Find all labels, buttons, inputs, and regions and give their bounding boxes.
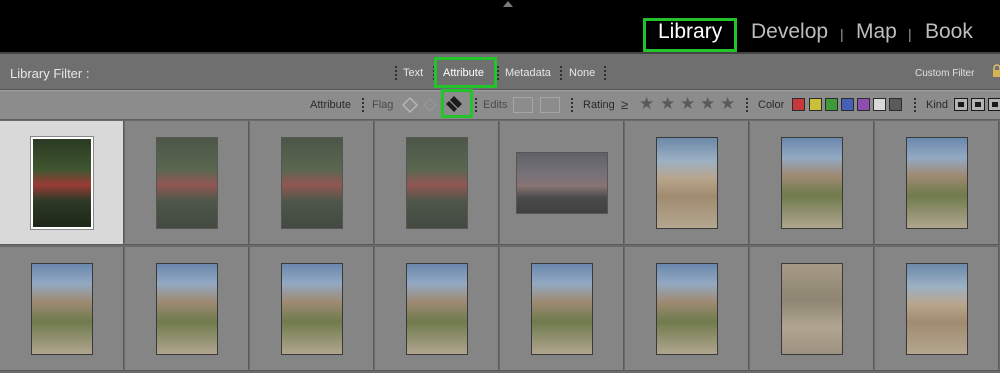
grid-cell[interactable] — [375, 121, 499, 245]
lock-icon[interactable] — [992, 64, 1000, 78]
module-picker: Library Develop | Map | Book — [0, 0, 1000, 52]
kind-videos-icon[interactable] — [988, 98, 1000, 111]
divider — [746, 98, 748, 112]
photo-thumbnail[interactable] — [906, 137, 968, 229]
photo-thumbnail[interactable] — [30, 136, 94, 230]
edited-filter-icon[interactable] — [513, 97, 533, 113]
unflagged-icon[interactable] — [423, 98, 437, 112]
grid-cell[interactable] — [875, 247, 999, 371]
photo-thumbnail[interactable] — [781, 263, 843, 355]
library-highlight — [643, 18, 737, 52]
color-swatch-none[interactable] — [889, 98, 902, 111]
reject-flag-highlight — [441, 89, 473, 118]
divider — [475, 98, 477, 112]
rating-star-5[interactable]: ★ — [720, 94, 735, 114]
divider — [362, 98, 364, 112]
divider — [604, 66, 606, 80]
color-swatch-green[interactable] — [825, 98, 838, 111]
grid-cell[interactable] — [500, 121, 624, 245]
photo-thumbnail[interactable] — [906, 263, 968, 355]
color-swatch-red[interactable] — [792, 98, 805, 111]
photo-thumbnail[interactable] — [406, 263, 468, 355]
library-filter-title: Library Filter : — [10, 66, 90, 81]
attribute-tab-highlight — [434, 57, 497, 88]
photo-thumbnail[interactable] — [406, 137, 468, 229]
grid-cell[interactable] — [375, 247, 499, 371]
module-separator: | — [908, 26, 912, 42]
filter-tab-text[interactable]: Text — [403, 67, 423, 79]
rating-operator[interactable]: ≥ — [621, 97, 628, 112]
grid-cell[interactable] — [500, 247, 624, 371]
rating-star-2[interactable]: ★ — [660, 94, 675, 114]
divider — [571, 98, 573, 112]
divider — [560, 66, 562, 80]
photo-thumbnail[interactable] — [281, 137, 343, 229]
grid-cell[interactable] — [875, 121, 999, 245]
rating-star-1[interactable]: ★ — [639, 94, 654, 114]
flag-label: Flag — [372, 99, 394, 111]
color-swatch-purple[interactable] — [857, 98, 870, 111]
edits-label: Edits — [483, 99, 508, 111]
photo-thumbnail[interactable] — [656, 263, 718, 355]
rating-label: Rating — [583, 99, 615, 111]
color-swatch-blue[interactable] — [841, 98, 854, 111]
color-label: Color — [758, 99, 785, 111]
divider — [497, 66, 499, 80]
attribute-label: Attribute — [310, 99, 351, 111]
photo-grid — [0, 120, 1000, 373]
kind-virtual-copies-icon[interactable] — [971, 98, 985, 111]
grid-cell[interactable] — [0, 247, 124, 371]
grid-cell[interactable] — [750, 247, 874, 371]
color-swatch-other[interactable] — [873, 98, 886, 111]
divider — [395, 66, 397, 80]
grid-cell[interactable] — [625, 121, 749, 245]
collapse-panel-icon[interactable] — [503, 1, 513, 7]
photo-thumbnail[interactable] — [31, 263, 93, 355]
photo-thumbnail[interactable] — [156, 263, 218, 355]
grid-cell[interactable] — [625, 247, 749, 371]
module-separator: | — [840, 26, 844, 42]
pick-flag-icon[interactable] — [401, 96, 419, 114]
photo-thumbnail[interactable] — [156, 137, 218, 229]
photo-thumbnail[interactable] — [516, 152, 608, 214]
grid-cell[interactable] — [250, 247, 374, 371]
filter-tab-metadata[interactable]: Metadata — [505, 67, 551, 79]
module-book[interactable]: Book — [925, 20, 973, 44]
filter-tab-none[interactable]: None — [569, 67, 595, 79]
rating-star-4[interactable]: ★ — [700, 94, 715, 114]
filter-preset-dropdown[interactable]: Custom Filter — [915, 68, 974, 79]
divider — [914, 98, 916, 112]
photo-thumbnail[interactable] — [656, 137, 718, 229]
grid-cell[interactable] — [0, 121, 124, 245]
attribute-filter-bar: Attribute Flag Edits Rating ≥ ★ ★ ★ ★ ★ … — [0, 89, 1000, 120]
kind-label: Kind — [926, 99, 949, 111]
photo-thumbnail[interactable] — [281, 263, 343, 355]
library-filter-bar: Library Filter : Text Attribute Metadata… — [0, 52, 1000, 90]
photo-thumbnail[interactable] — [781, 137, 843, 229]
grid-cell[interactable] — [750, 121, 874, 245]
rating-star-3[interactable]: ★ — [680, 94, 695, 114]
grid-cell[interactable] — [125, 121, 249, 245]
unedited-filter-icon[interactable] — [540, 97, 560, 113]
grid-cell[interactable] — [250, 121, 374, 245]
kind-master-photos-icon[interactable] — [954, 98, 968, 111]
grid-cell[interactable] — [125, 247, 249, 371]
module-develop[interactable]: Develop — [751, 20, 828, 44]
photo-thumbnail[interactable] — [531, 263, 593, 355]
color-swatch-yellow[interactable] — [809, 98, 822, 111]
module-map[interactable]: Map — [856, 20, 897, 44]
